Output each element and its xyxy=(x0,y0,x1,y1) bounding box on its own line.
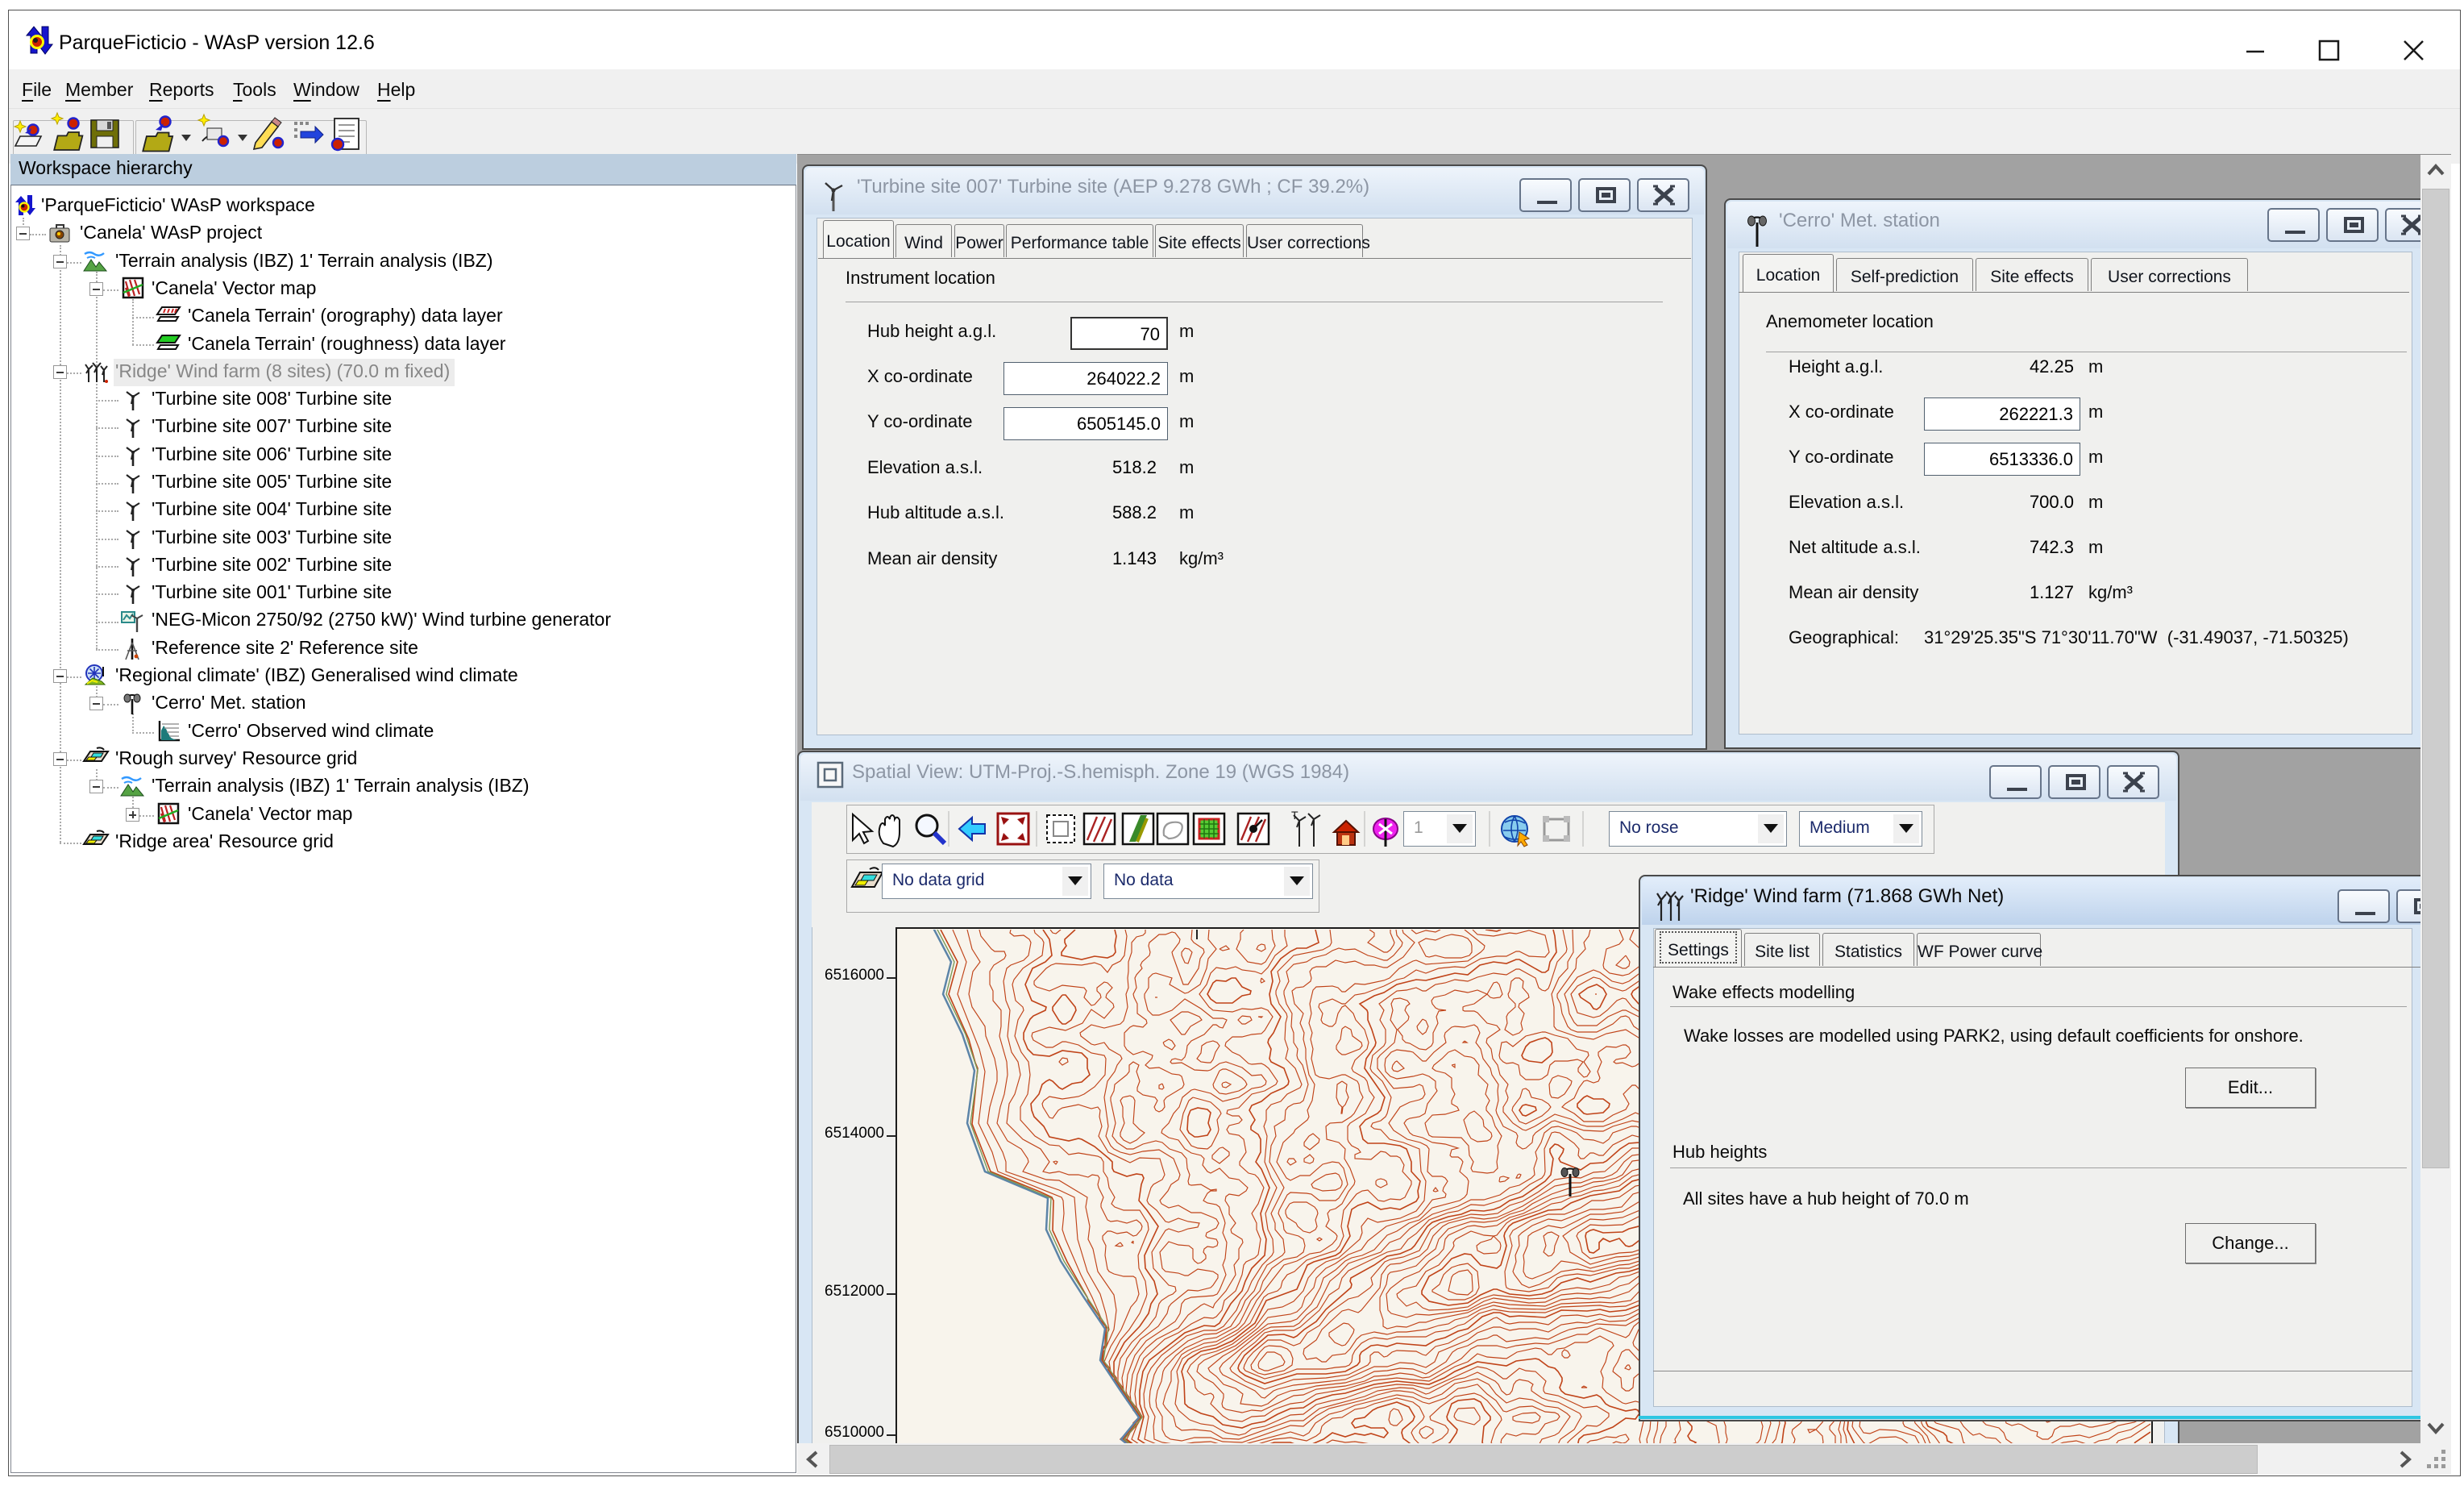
svg-text:T: T xyxy=(1291,809,1298,822)
